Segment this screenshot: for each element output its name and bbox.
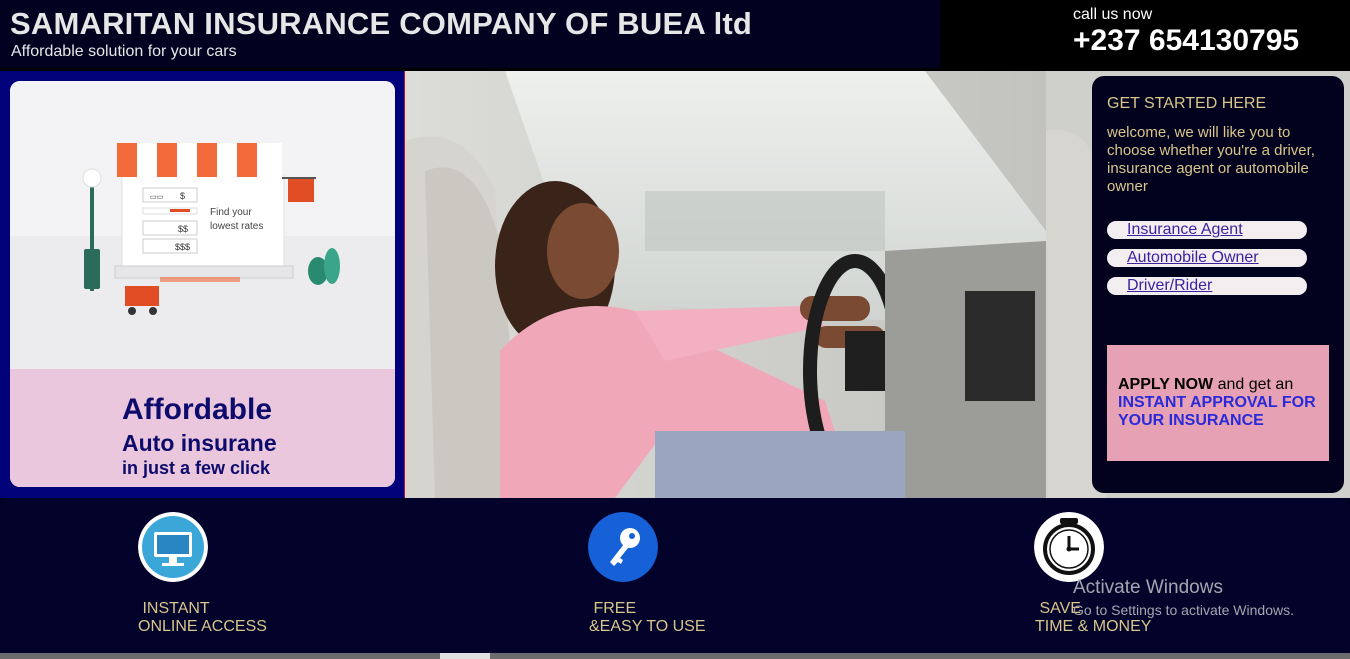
promo-card: ▭▭ $ $$ $$$ Find your lowest rates Affor… xyxy=(10,81,395,487)
svg-text:$$$: $$$ xyxy=(175,242,190,252)
promo-caption: Affordable Auto insurane in just a few c… xyxy=(10,369,395,487)
insurance-agent-link[interactable]: Insurance Agent xyxy=(1107,221,1307,239)
driver-photo xyxy=(405,71,1046,498)
activate-windows-title: Activate Windows xyxy=(1073,577,1223,598)
svg-text:$$: $$ xyxy=(178,224,188,234)
apply-now-plain: and get an xyxy=(1213,376,1294,393)
svg-text:$: $ xyxy=(180,191,185,201)
apply-now-box[interactable]: APPLY NOW and get an INSTANT APPROVAL FO… xyxy=(1107,345,1329,461)
computer-icon xyxy=(138,512,208,582)
scrollbar-track-right xyxy=(490,653,1350,659)
feature-instant-label: INSTANT ONLINE ACCESS xyxy=(138,600,267,635)
get-started-title: GET STARTED HERE xyxy=(1107,95,1267,112)
get-started-text: welcome, we will like you to choose whet… xyxy=(1107,124,1315,195)
storefront-illustration: ▭▭ $ $$ $$$ Find your lowest rates xyxy=(10,81,395,369)
header-brand: SAMARITAN INSURANCE COMPANY OF BUEA ltd … xyxy=(0,0,940,68)
site-header: SAMARITAN INSURANCE COMPANY OF BUEA ltd … xyxy=(0,0,1350,71)
svg-text:lowest rates: lowest rates xyxy=(210,221,263,232)
horizontal-scrollbar[interactable] xyxy=(0,653,1350,659)
company-name: SAMARITAN INSURANCE COMPANY OF BUEA ltd xyxy=(10,6,753,41)
svg-text:▭▭: ▭▭ xyxy=(150,194,163,201)
phone-number[interactable]: +237 654130795 xyxy=(1073,24,1299,58)
key-icon xyxy=(588,512,658,582)
promo-subtitle-2: in just a few click xyxy=(122,458,271,478)
promo-title: Affordable xyxy=(122,393,272,426)
tagline: Affordable solution for your cars xyxy=(11,43,237,60)
call-label: call us now xyxy=(1073,6,1153,23)
get-started-panel: GET STARTED HERE welcome, we will like y… xyxy=(1092,76,1344,493)
clock-icon xyxy=(1034,512,1104,582)
scrollbar-track-left xyxy=(0,653,440,659)
promo-subtitle: Auto insurane xyxy=(122,430,277,456)
page: SAMARITAN INSURANCE COMPANY OF BUEA ltd … xyxy=(0,0,1350,659)
instant-approval-text: INSTANT APPROVAL FOR YOUR INSURANCE xyxy=(1118,394,1316,429)
hero-section: ▭▭ $ $$ $$$ Find your lowest rates Affor… xyxy=(0,71,1350,498)
scrollbar-thumb[interactable] xyxy=(440,653,490,659)
feature-free-label: FREE &EASY TO USE xyxy=(589,600,706,635)
automobile-owner-link[interactable]: Automobile Owner xyxy=(1107,249,1307,267)
svg-text:Find your: Find your xyxy=(210,207,252,218)
activate-windows-subtitle: Go to Settings to activate Windows. xyxy=(1073,602,1294,618)
apply-now-text: APPLY NOW and get an INSTANT APPROVAL FO… xyxy=(1118,376,1323,430)
apply-now-strong: APPLY NOW xyxy=(1118,376,1214,393)
driver-rider-link[interactable]: Driver/Rider xyxy=(1107,277,1307,295)
